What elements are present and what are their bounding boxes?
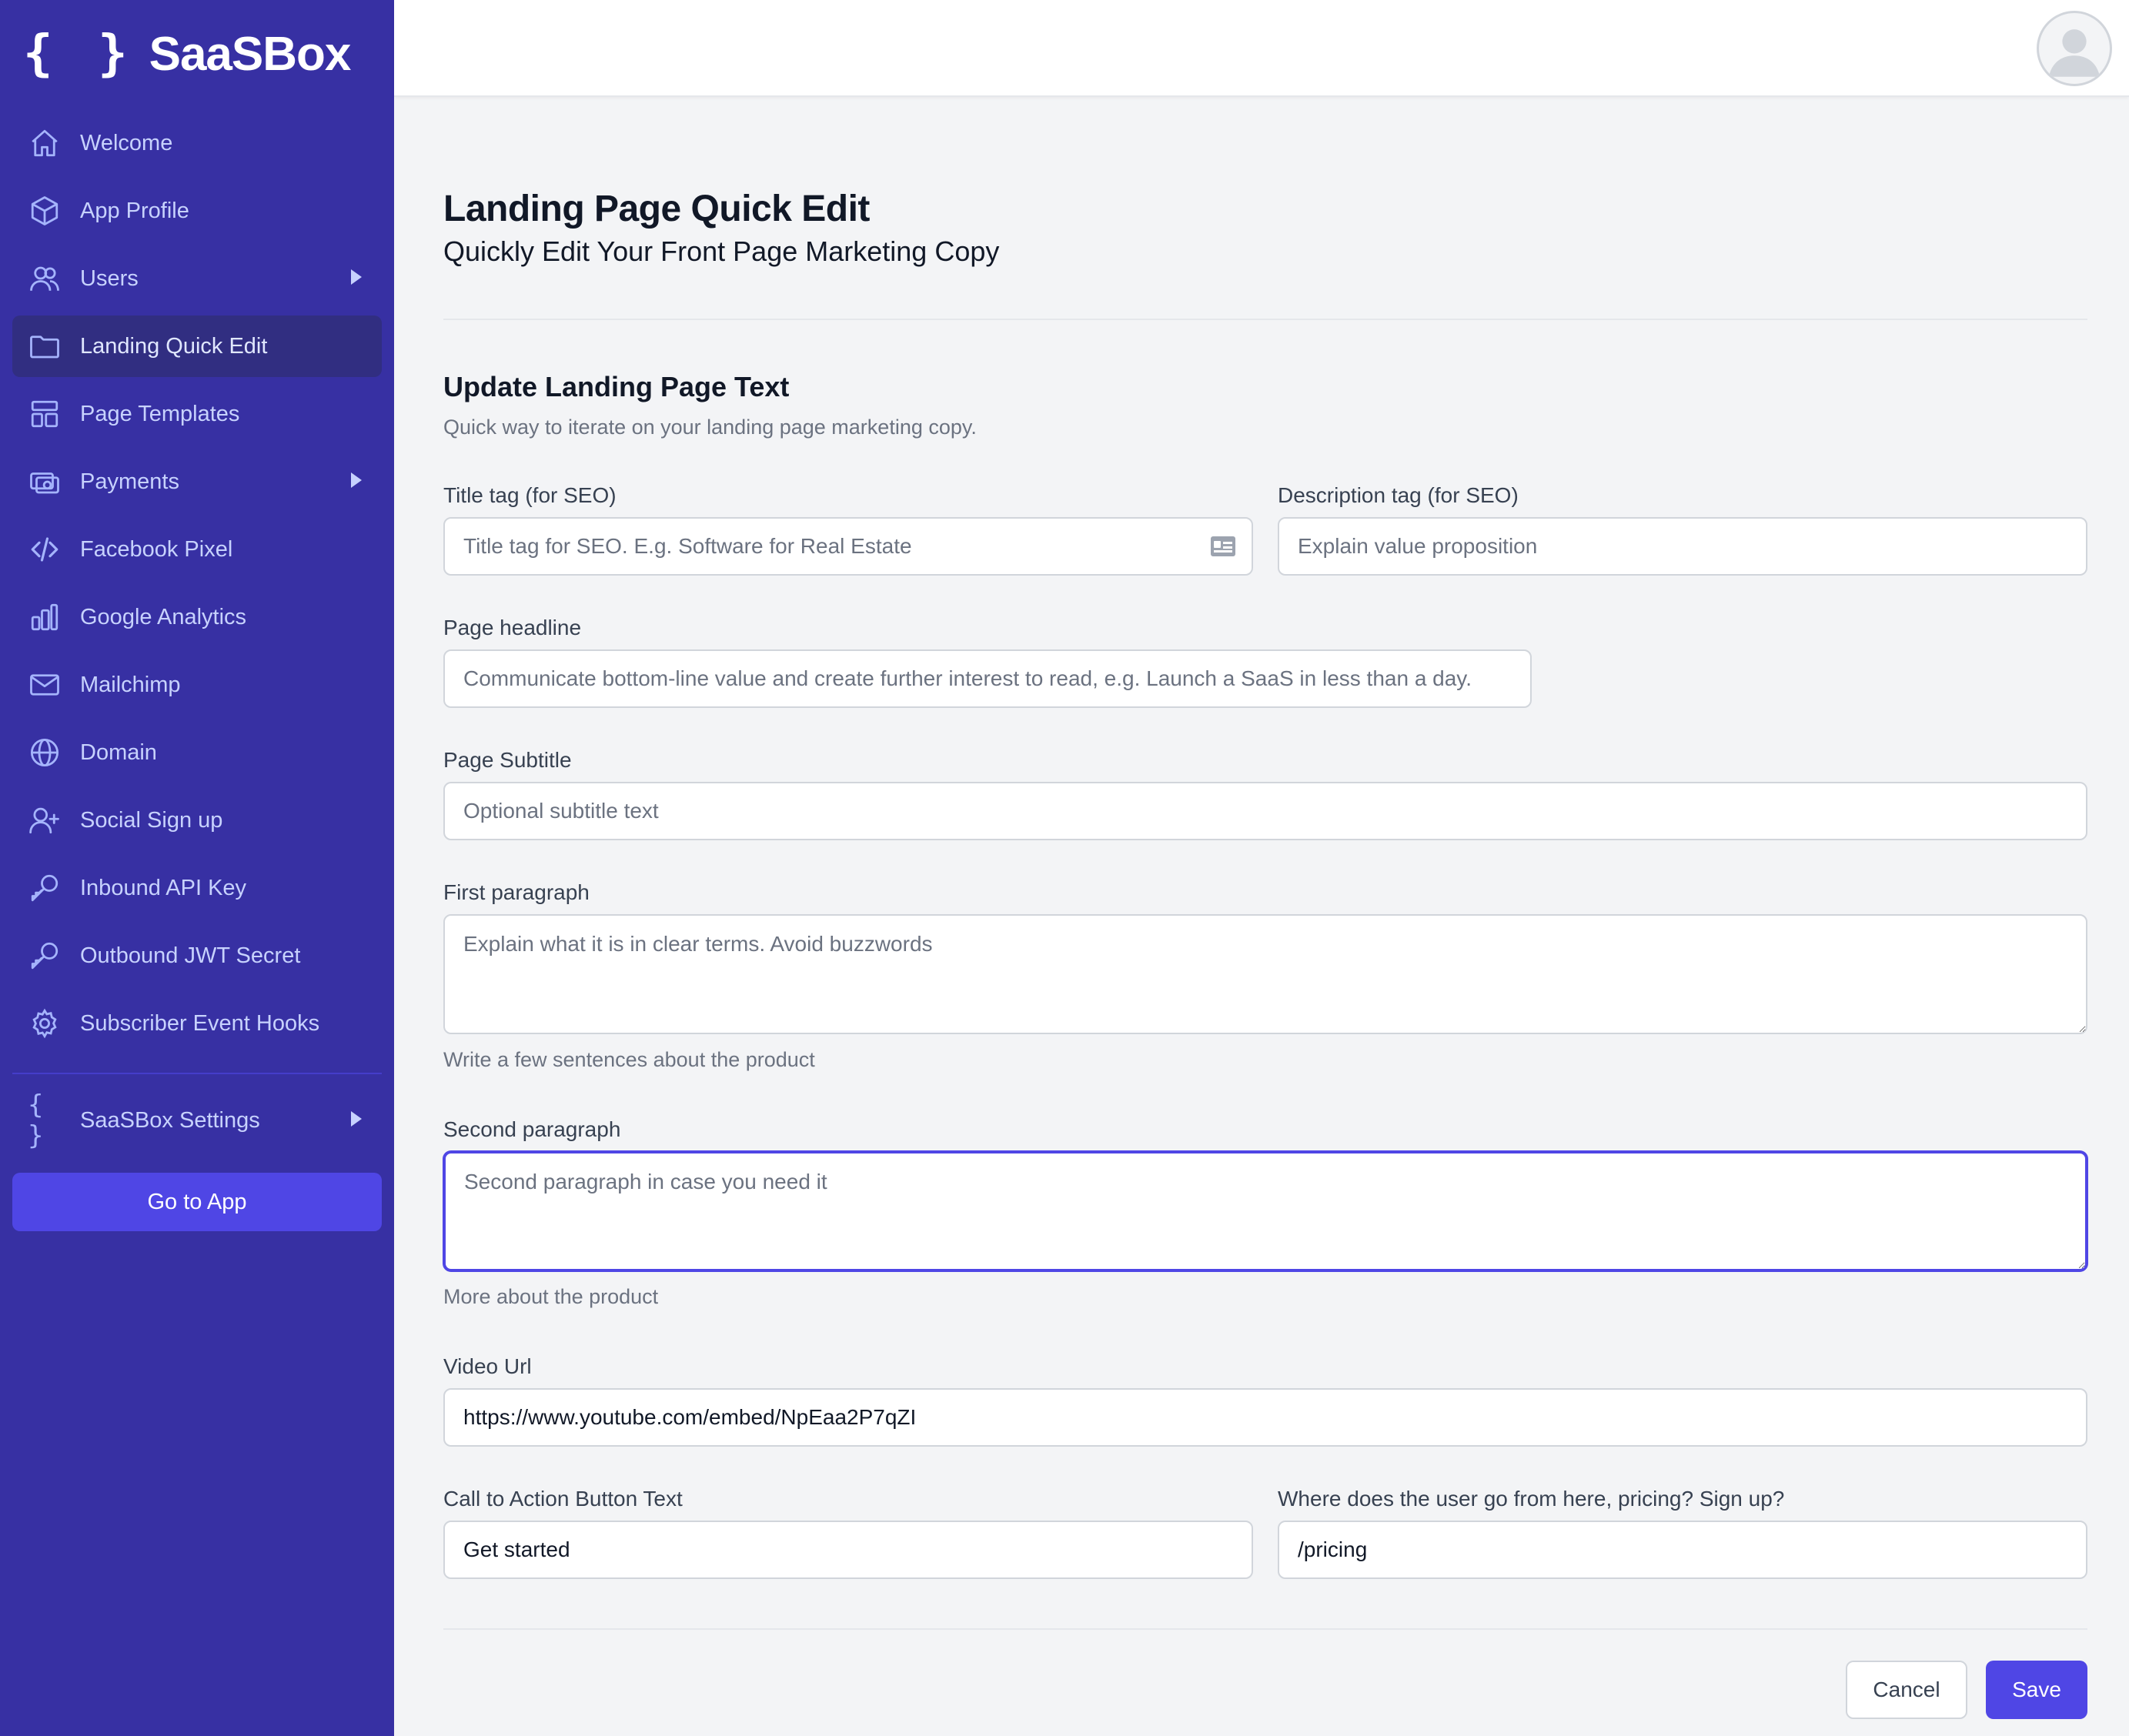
sidebar-item-label: Landing Quick Edit bbox=[80, 333, 268, 359]
sidebar-item-label: Google Analytics bbox=[80, 604, 247, 629]
user-add-icon bbox=[28, 803, 62, 837]
sidebar-item-app-profile[interactable]: App Profile bbox=[12, 180, 382, 242]
sidebar-item-label: Users bbox=[80, 265, 139, 291]
sidebar-item-inbound-api-key[interactable]: Inbound API Key bbox=[12, 857, 382, 919]
braces-icon: { } bbox=[28, 1090, 47, 1151]
sidebar-item-google-analytics[interactable]: Google Analytics bbox=[12, 586, 382, 648]
sidebar-item-outbound-jwt-secret[interactable]: Outbound JWT Secret bbox=[12, 925, 382, 987]
cash-icon bbox=[28, 465, 62, 499]
key-icon bbox=[28, 871, 62, 905]
sidebar-item-welcome[interactable]: Welcome bbox=[12, 112, 382, 174]
page-subtitle-label: Page Subtitle bbox=[443, 748, 572, 772]
page-headline-input[interactable] bbox=[443, 649, 1532, 708]
page-headline-label: Page headline bbox=[443, 616, 582, 639]
sidebar-item-mailchimp[interactable]: Mailchimp bbox=[12, 654, 382, 716]
sidebar-item-users[interactable]: Users bbox=[12, 248, 382, 309]
page-subtitle-input[interactable] bbox=[443, 782, 2087, 840]
video-url-input[interactable] bbox=[443, 1388, 2087, 1447]
title-tag-input[interactable] bbox=[443, 517, 1253, 576]
sidebar-item-label: SaaSBox Settings bbox=[80, 1107, 260, 1133]
code-icon bbox=[28, 532, 62, 566]
mail-icon bbox=[28, 668, 62, 702]
video-url-label: Video Url bbox=[443, 1354, 532, 1378]
second-paragraph-textarea[interactable] bbox=[443, 1151, 2087, 1271]
sidebar-item-label: Mailchimp bbox=[80, 672, 181, 697]
home-icon bbox=[28, 126, 62, 160]
sidebar-item-payments[interactable]: Payments bbox=[12, 451, 382, 512]
caret-right-icon bbox=[351, 1111, 362, 1127]
caret-right-icon bbox=[351, 269, 362, 285]
sidebar-item-label: Social Sign up bbox=[80, 807, 223, 833]
description-tag-input[interactable] bbox=[1278, 517, 2087, 576]
cta-text-label: Call to Action Button Text bbox=[443, 1487, 683, 1511]
brand-logo[interactable]: { } SaaSBox bbox=[23, 22, 352, 86]
sidebar-item-label: App Profile bbox=[80, 198, 189, 223]
sidebar-item-label: Facebook Pixel bbox=[80, 536, 233, 562]
template-icon bbox=[28, 397, 62, 431]
section-description: Quick way to iterate on your landing pag… bbox=[443, 416, 977, 439]
go-to-app-button[interactable]: Go to App bbox=[12, 1173, 382, 1231]
users-icon bbox=[28, 262, 62, 295]
title-tag-label: Title tag (for SEO) bbox=[443, 483, 617, 507]
sidebar-item-label: Payments bbox=[80, 469, 179, 494]
sidebar-item-social-sign-up[interactable]: Social Sign up bbox=[12, 790, 382, 851]
first-paragraph-textarea[interactable] bbox=[443, 914, 2087, 1034]
globe-icon bbox=[28, 736, 62, 770]
cancel-button[interactable]: Cancel bbox=[1846, 1661, 1967, 1719]
section-title: Update Landing Page Text bbox=[443, 371, 790, 402]
sidebar-item-label: Subscriber Event Hooks bbox=[80, 1010, 320, 1036]
cta-target-label: Where does the user go from here, pricin… bbox=[1278, 1487, 1785, 1511]
sidebar-item-label: Page Templates bbox=[80, 401, 240, 426]
sidebar-item-label: Outbound JWT Secret bbox=[80, 943, 301, 968]
save-button[interactable]: Save bbox=[1986, 1661, 2087, 1719]
sidebar-item-landing-quick-edit[interactable]: Landing Quick Edit bbox=[12, 315, 382, 377]
cube-icon bbox=[28, 194, 62, 228]
second-paragraph-label: Second paragraph bbox=[443, 1117, 621, 1141]
sidebar-item-facebook-pixel[interactable]: Facebook Pixel bbox=[12, 519, 382, 580]
sidebar-divider bbox=[12, 1073, 382, 1074]
sidebar-item-label: Welcome bbox=[80, 130, 173, 155]
second-paragraph-help: More about the product bbox=[443, 1285, 659, 1308]
page-subtitle: Quickly Edit Your Front Page Marketing C… bbox=[443, 235, 1000, 267]
user-avatar-icon[interactable] bbox=[2037, 11, 2112, 86]
cta-target-input[interactable] bbox=[1278, 1521, 2087, 1579]
description-tag-label: Description tag (for SEO) bbox=[1278, 483, 1519, 507]
sidebar-item-label: Domain bbox=[80, 739, 157, 765]
chart-bar-icon bbox=[28, 600, 62, 634]
sidebar: { } SaaSBox Welcome App Profile Users La… bbox=[0, 0, 394, 1736]
braces-logo-icon: { } bbox=[23, 25, 135, 82]
sidebar-item-domain[interactable]: Domain bbox=[12, 722, 382, 783]
gear-icon bbox=[28, 1007, 62, 1040]
sidebar-item-label: Inbound API Key bbox=[80, 875, 247, 900]
header-divider bbox=[443, 319, 2087, 320]
first-paragraph-help: Write a few sentences about the product bbox=[443, 1048, 815, 1071]
form-footer-divider bbox=[443, 1628, 2087, 1630]
folder-icon bbox=[28, 329, 62, 363]
cta-text-input[interactable] bbox=[443, 1521, 1253, 1579]
first-paragraph-label: First paragraph bbox=[443, 880, 590, 904]
top-bar bbox=[394, 0, 2129, 97]
sidebar-item-saasbox-settings[interactable]: { } SaaSBox Settings bbox=[12, 1090, 382, 1151]
page-title: Landing Page Quick Edit bbox=[443, 189, 870, 229]
sidebar-nav: Welcome App Profile Users Landing Quick … bbox=[12, 112, 382, 1231]
caret-right-icon bbox=[351, 472, 362, 488]
sidebar-item-subscriber-event-hooks[interactable]: Subscriber Event Hooks bbox=[12, 993, 382, 1054]
brand-name: SaaSBox bbox=[149, 27, 352, 81]
id-card-icon bbox=[1211, 536, 1235, 556]
key-icon bbox=[28, 939, 62, 973]
sidebar-item-page-templates[interactable]: Page Templates bbox=[12, 383, 382, 445]
